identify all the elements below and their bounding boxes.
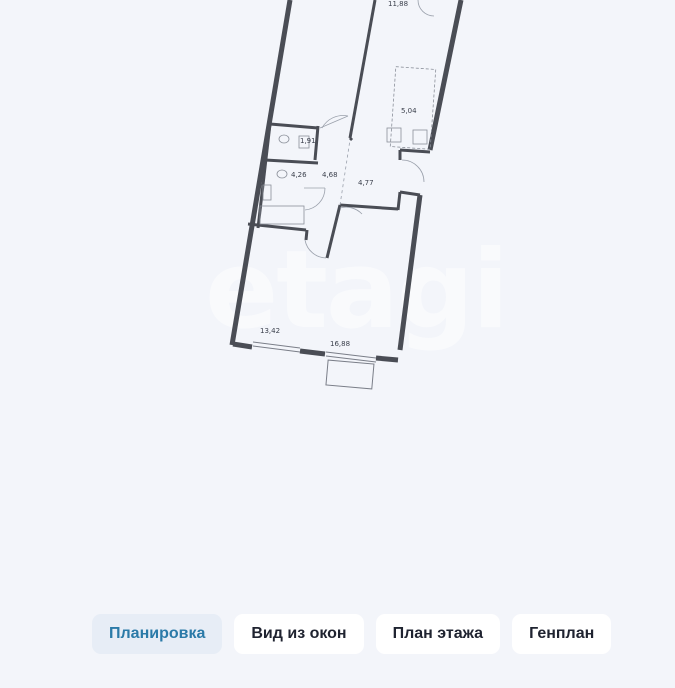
room-area-bedroom-right: 16,88 [330, 340, 350, 348]
room-area-kitchen: 5,04 [401, 107, 417, 115]
room-area-bedroom-left: 13,42 [260, 327, 280, 335]
view-tabs: Планировка Вид из окон План этажа Генпла… [92, 614, 612, 654]
tab-window-view[interactable]: Вид из окон [234, 614, 364, 654]
fixtures [259, 66, 437, 225]
room-area-corridor: 4,68 [322, 171, 338, 179]
walls [229, 0, 464, 363]
floor-plan-viewer[interactable]: etagi 11,88 5,04 1,91 4,26 4,68 4,77 13,… [0, 0, 675, 600]
floor-plan: 11,88 5,04 1,91 4,26 4,68 4,77 13,42 16,… [229, 0, 464, 390]
tab-floor-plan[interactable]: План этажа [375, 614, 501, 654]
room-area-hall: 4,77 [358, 179, 374, 187]
room-area-top: 11,88 [388, 0, 408, 8]
windows [252, 341, 377, 390]
tab-plan[interactable]: Планировка [92, 614, 223, 654]
room-area-bathroom: 4,26 [291, 171, 307, 179]
tab-site-plan[interactable]: Генплан [512, 614, 612, 654]
room-area-toilet: 1,91 [300, 137, 316, 145]
inner-walls [247, 0, 431, 259]
